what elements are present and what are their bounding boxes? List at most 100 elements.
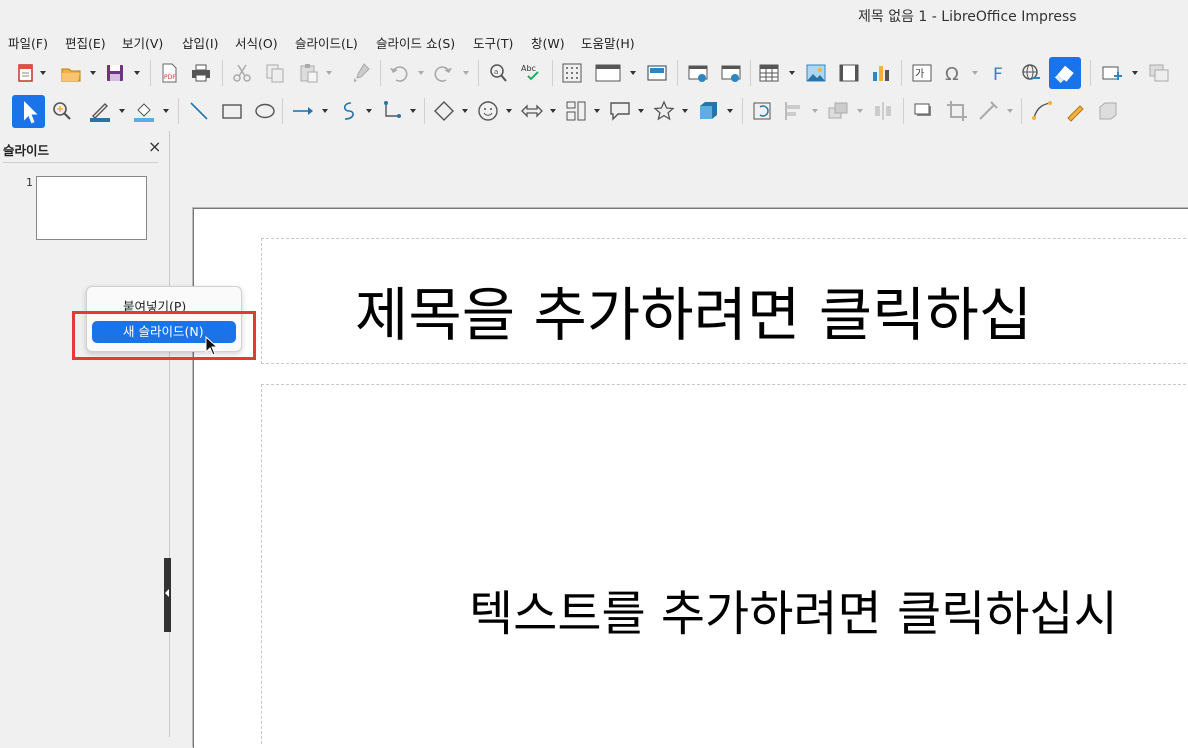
line-arrow-icon[interactable] [292, 100, 314, 122]
interaction-icon[interactable] [1049, 57, 1081, 89]
new-slide-icon[interactable] [1101, 62, 1123, 84]
content-placeholder-box[interactable] [261, 384, 1188, 744]
start-first-slide-icon[interactable] [687, 62, 709, 84]
clone-formatting-icon[interactable] [350, 62, 372, 84]
grid-icon[interactable] [561, 62, 583, 84]
symbol-shapes-dropdown-icon[interactable] [506, 109, 512, 113]
redo-dropdown-icon[interactable] [463, 71, 469, 75]
save-dropdown-icon[interactable] [134, 71, 140, 75]
connector-dropdown-icon[interactable] [410, 109, 416, 113]
display-views-icon[interactable] [594, 62, 622, 84]
shadow-icon[interactable] [913, 100, 935, 122]
new-icon[interactable] [15, 62, 37, 84]
stars-icon[interactable] [653, 100, 675, 122]
rectangle-icon[interactable] [221, 100, 243, 122]
media-icon[interactable] [838, 62, 860, 84]
menu-file[interactable]: 파일(F) [8, 33, 48, 52]
toolbar-separator [282, 98, 283, 124]
rotate-icon[interactable] [751, 100, 773, 122]
menu-tools[interactable]: 도구(T) [473, 33, 513, 52]
flowchart-icon[interactable] [565, 100, 587, 122]
menu-window[interactable]: 창(W) [531, 33, 565, 52]
copy-icon[interactable] [264, 62, 286, 84]
glue-points-icon[interactable] [1064, 100, 1086, 122]
paste-dropdown-icon[interactable] [326, 71, 332, 75]
export-pdf-icon[interactable]: PDF [158, 62, 180, 84]
menu-format[interactable]: 서식(O) [235, 33, 278, 52]
menu-insert[interactable]: 삽입(I) [182, 33, 218, 52]
curve-icon[interactable] [337, 100, 359, 122]
master-slide-icon[interactable] [646, 62, 668, 84]
arrange-icon[interactable] [827, 100, 849, 122]
align-dropdown-icon[interactable] [812, 109, 818, 113]
align-icon[interactable] [783, 100, 805, 122]
menu-slide[interactable]: 슬라이드(L) [295, 33, 358, 52]
title-placeholder-text[interactable]: 제목을 추가하려면 클릭하십 [355, 268, 1032, 352]
new-dropdown-icon[interactable] [40, 71, 46, 75]
line-arrow-dropdown-icon[interactable] [322, 109, 328, 113]
curve-dropdown-icon[interactable] [366, 109, 372, 113]
stars-dropdown-icon[interactable] [682, 109, 688, 113]
3d-objects-icon[interactable] [697, 100, 719, 122]
points-icon[interactable] [1031, 100, 1053, 122]
basic-shapes-dropdown-icon[interactable] [462, 109, 468, 113]
hyperlink-icon[interactable] [1020, 62, 1042, 84]
start-current-slide-icon[interactable] [720, 62, 742, 84]
zoom-icon[interactable] [51, 100, 73, 122]
open-icon[interactable] [60, 62, 82, 84]
paste-icon[interactable] [298, 62, 320, 84]
undo-dropdown-icon[interactable] [418, 71, 424, 75]
flowchart-dropdown-icon[interactable] [594, 109, 600, 113]
toggle-extrusion-icon[interactable] [1097, 100, 1119, 122]
basic-shapes-icon[interactable] [433, 100, 455, 122]
3d-objects-dropdown-icon[interactable] [727, 109, 733, 113]
undo-icon[interactable] [388, 62, 410, 84]
sidebar-collapse-handle[interactable] [164, 558, 171, 632]
divider [3, 162, 158, 163]
symbol-shapes-icon[interactable] [477, 100, 499, 122]
menu-edit[interactable]: 편집(E) [65, 33, 106, 52]
fill-color-dropdown-icon[interactable] [163, 109, 169, 113]
menu-slideshow[interactable]: 슬라이드 쇼(S) [376, 33, 455, 52]
print-icon[interactable] [190, 62, 212, 84]
redo-icon[interactable] [432, 62, 454, 84]
duplicate-slide-icon[interactable] [1148, 62, 1170, 84]
table-dropdown-icon[interactable] [789, 71, 795, 75]
block-arrows-dropdown-icon[interactable] [550, 109, 556, 113]
cut-icon[interactable] [231, 62, 253, 84]
spelling-icon[interactable]: Abc [520, 62, 542, 84]
fill-color-icon[interactable] [133, 100, 155, 122]
open-dropdown-icon[interactable] [90, 71, 96, 75]
select-icon[interactable] [12, 95, 45, 128]
save-icon[interactable] [104, 62, 126, 84]
line-color-icon[interactable] [89, 100, 111, 122]
toolbar-separator [1021, 98, 1022, 124]
distribute-icon[interactable] [872, 100, 894, 122]
callouts-dropdown-icon[interactable] [638, 109, 644, 113]
special-character-icon[interactable]: Ω [942, 62, 964, 84]
fontwork-icon[interactable]: F [988, 62, 1010, 84]
content-placeholder-text[interactable]: 텍스트를 추가하려면 클릭하십시 [469, 574, 1118, 644]
table-icon[interactable] [758, 62, 780, 84]
crop-icon[interactable] [946, 100, 968, 122]
callouts-icon[interactable] [609, 100, 631, 122]
filter-dropdown-icon[interactable] [1007, 109, 1013, 113]
image-icon[interactable] [805, 62, 827, 84]
special-character-dropdown-icon[interactable] [972, 71, 978, 75]
chart-icon[interactable] [870, 62, 892, 84]
connector-icon[interactable] [381, 100, 403, 122]
menu-view[interactable]: 보기(V) [122, 33, 163, 52]
line-color-dropdown-icon[interactable] [119, 109, 125, 113]
textbox-icon[interactable]: 가 [911, 62, 933, 84]
display-views-dropdown-icon[interactable] [630, 71, 636, 75]
new-slide-dropdown-icon[interactable] [1132, 71, 1138, 75]
arrange-dropdown-icon[interactable] [857, 109, 863, 113]
block-arrows-icon[interactable] [521, 100, 543, 122]
filter-icon[interactable] [977, 100, 999, 122]
find-replace-icon[interactable]: a [487, 62, 509, 84]
ellipse-icon[interactable] [254, 100, 276, 122]
slide-thumbnail[interactable] [36, 176, 147, 240]
menu-help[interactable]: 도움말(H) [581, 33, 635, 52]
close-icon[interactable]: × [148, 137, 161, 156]
line-icon[interactable] [188, 100, 210, 122]
